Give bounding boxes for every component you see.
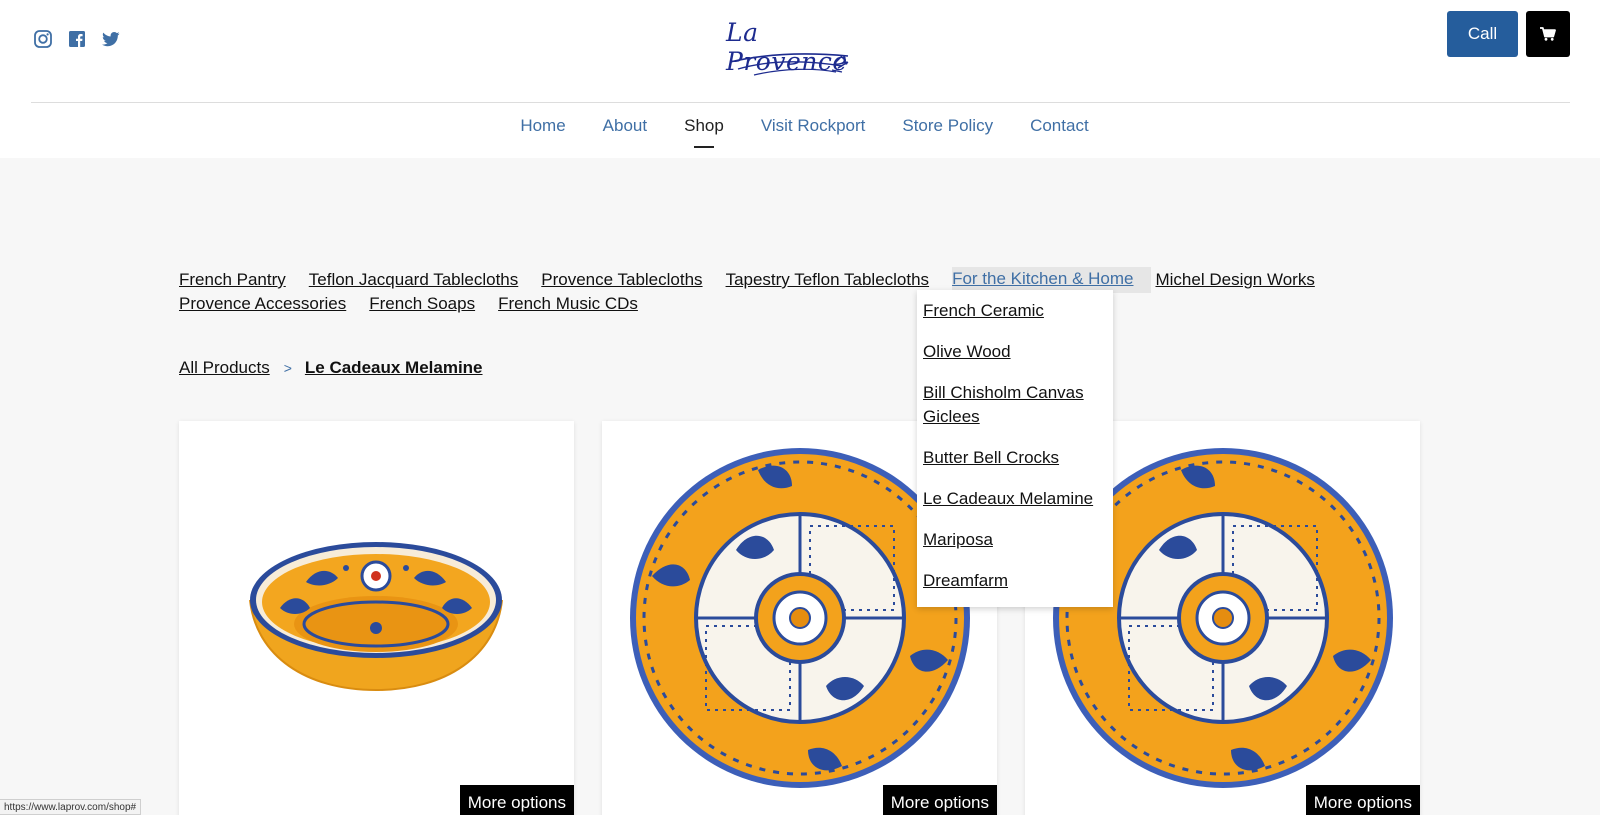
more-options-button[interactable]: More options: [1305, 785, 1420, 815]
status-bar-url: https://www.laprov.com/shop#: [0, 799, 142, 815]
kitchen-home-dropdown: French Ceramic Olive Wood Bill Chisholm …: [917, 290, 1113, 607]
nav-shop[interactable]: Shop: [684, 116, 724, 148]
category-provence-accessories[interactable]: Provence Accessories: [179, 294, 346, 314]
dropdown-item-butter-bell-crocks[interactable]: Butter Bell Crocks: [917, 446, 1113, 470]
nav-home[interactable]: Home: [520, 116, 565, 136]
category-michel-design-works[interactable]: Michel Design Works: [1155, 270, 1314, 290]
header-divider: [31, 102, 1570, 103]
more-options-button[interactable]: More options: [459, 785, 574, 815]
breadcrumb-current[interactable]: Le Cadeaux Melamine: [305, 358, 483, 378]
breadcrumb: All Products > Le Cadeaux Melamine: [179, 358, 483, 378]
category-french-pantry[interactable]: French Pantry: [179, 270, 286, 290]
dropdown-item-french-ceramic[interactable]: French Ceramic: [917, 299, 1113, 323]
site-header: La Provence Call Home About Shop Visit R…: [0, 0, 1600, 158]
main-nav: Home About Shop Visit Rockport Store Pol…: [0, 116, 1600, 148]
nav-store-policy[interactable]: Store Policy: [902, 116, 993, 136]
cart-icon: [1540, 27, 1556, 41]
category-french-music-cds[interactable]: French Music CDs: [498, 294, 638, 314]
call-button[interactable]: Call: [1447, 11, 1518, 57]
product-card[interactable]: More options: [179, 421, 574, 815]
dropdown-item-le-cadeaux-melamine[interactable]: Le Cadeaux Melamine: [917, 487, 1113, 511]
breadcrumb-all-products[interactable]: All Products: [179, 358, 270, 378]
category-french-soaps[interactable]: French Soaps: [369, 294, 475, 314]
category-row: French Pantry Teflon Jacquard Tablecloth…: [179, 267, 1319, 293]
instagram-icon[interactable]: [32, 28, 54, 50]
dropdown-item-mariposa[interactable]: Mariposa: [917, 528, 1113, 552]
facebook-icon[interactable]: [66, 28, 88, 50]
product-image[interactable]: [246, 538, 506, 698]
category-teflon-jacquard-tablecloths[interactable]: Teflon Jacquard Tablecloths: [309, 270, 519, 290]
logo-swash-icon: [729, 53, 849, 76]
dropdown-item-dreamfarm[interactable]: Dreamfarm: [917, 569, 1113, 593]
twitter-icon[interactable]: [100, 28, 122, 50]
dropdown-item-olive-wood[interactable]: Olive Wood: [917, 340, 1113, 364]
category-tapestry-teflon-tablecloths[interactable]: Tapestry Teflon Tablecloths: [726, 270, 930, 290]
nav-visit-rockport[interactable]: Visit Rockport: [761, 116, 866, 136]
breadcrumb-separator: >: [283, 360, 292, 376]
nav-about[interactable]: About: [603, 116, 647, 136]
cart-button[interactable]: [1526, 11, 1570, 57]
category-provence-tablecloths[interactable]: Provence Tablecloths: [541, 270, 702, 290]
social-links: [32, 28, 122, 50]
category-row: Provence Accessories French Soaps French…: [179, 292, 1319, 316]
nav-contact[interactable]: Contact: [1030, 116, 1089, 136]
dropdown-item-bill-chisholm-canvas-giclees[interactable]: Bill Chisholm Canvas Giclees: [917, 381, 1113, 429]
site-logo[interactable]: La Provence: [724, 14, 876, 78]
more-options-button[interactable]: More options: [882, 785, 997, 815]
category-nav: French Pantry Teflon Jacquard Tablecloth…: [179, 267, 1319, 316]
